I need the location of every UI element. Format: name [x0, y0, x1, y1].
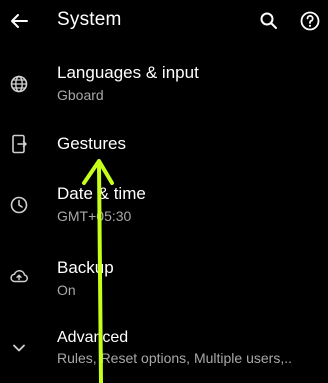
settings-item-languages-input[interactable]: Languages & input Gboard — [0, 56, 328, 118]
back-button[interactable] — [4, 6, 34, 36]
search-icon — [260, 12, 277, 29]
phone-gesture-icon — [12, 134, 27, 154]
settings-item-label: Advanced — [57, 329, 129, 346]
chevron-down-icon — [13, 344, 25, 352]
settings-item-label: Gestures — [57, 134, 126, 153]
settings-item-summary: GMT+05:30 — [57, 208, 132, 224]
settings-item-summary: Rules, Reset options, Multiple users,.. — [57, 350, 292, 366]
search-button[interactable] — [256, 8, 282, 34]
settings-item-label: Languages & input — [57, 63, 199, 82]
settings-item-advanced[interactable]: Advanced Rules, Reset options, Multiple … — [0, 320, 328, 382]
page-title: System — [57, 9, 122, 30]
cloud-upload-icon — [10, 270, 28, 283]
settings-item-label: Date & time — [57, 184, 146, 203]
app-bar: System — [0, 0, 328, 46]
arrow-back-icon — [11, 14, 28, 28]
clock-icon — [10, 196, 28, 214]
settings-item-summary: On — [57, 282, 76, 298]
settings-item-backup[interactable]: Backup On — [0, 250, 328, 312]
help-icon — [300, 11, 320, 31]
settings-item-label: Backup — [57, 258, 114, 277]
settings-item-date-time[interactable]: Date & time GMT+05:30 — [0, 176, 328, 238]
help-button[interactable] — [297, 8, 323, 34]
settings-item-gestures[interactable]: Gestures — [0, 116, 328, 178]
globe-icon — [10, 75, 28, 93]
settings-item-summary: Gboard — [57, 87, 104, 103]
